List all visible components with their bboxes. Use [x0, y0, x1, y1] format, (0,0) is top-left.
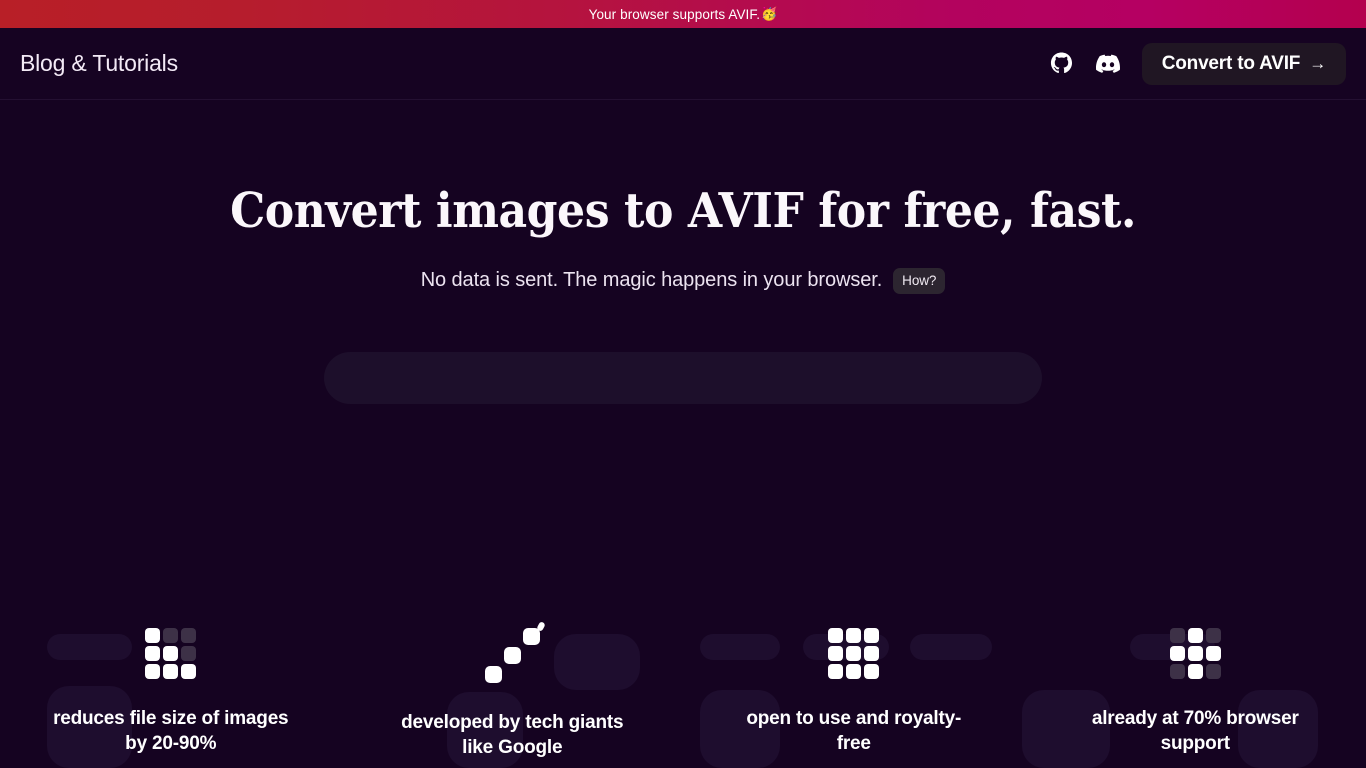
feature-list: reduces file size of images by 20-90% de…	[0, 621, 1366, 760]
hero-subtitle-text: No data is sent. The magic happens in yo…	[420, 269, 883, 292]
hero-section: Convert images to AVIF for free, fast. N…	[0, 100, 1366, 404]
convert-to-avif-button[interactable]: Convert to AVIF →	[1141, 42, 1346, 85]
feature-card: open to use and royalty-free	[683, 628, 1025, 756]
nav-link-blog-tutorials[interactable]: Blog & Tutorials	[20, 50, 178, 77]
feature-card: developed by tech giants like Google	[342, 621, 684, 760]
banner-text: Your browser supports AVIF.	[588, 6, 761, 22]
page-title: Convert images to AVIF for free, fast.	[230, 183, 1136, 239]
navbar-actions: Convert to AVIF →	[1046, 42, 1346, 85]
grid-staircase-icon	[145, 628, 197, 679]
file-dropzone[interactable]	[324, 351, 1042, 404]
convert-to-avif-label: Convert to AVIF	[1161, 52, 1301, 74]
avif-support-banner: Your browser supports AVIF. 🥳	[0, 0, 1366, 28]
arrow-right-icon: →	[1309, 54, 1326, 73]
page-root: Your browser supports AVIF. 🥳 Blog & Tuto…	[0, 0, 1366, 768]
grid-diagonal-growth-icon	[484, 621, 546, 683]
navbar: Blog & Tutorials Convert to AVIF →	[0, 28, 1366, 100]
how-badge[interactable]: How?	[893, 267, 946, 294]
party-face-emoji: 🥳	[761, 6, 778, 21]
feature-card-text: developed by tech giants like Google	[401, 712, 624, 758]
feature-card: already at 70% browser support	[1025, 628, 1366, 756]
hero-subtitle: No data is sent. The magic happens in yo…	[0, 267, 1366, 294]
feature-card: reduces file size of images by 20-90%	[0, 628, 342, 756]
github-icon[interactable]	[1046, 48, 1078, 80]
grid-cross-icon	[1169, 628, 1221, 679]
feature-card-text: already at 70% browser support	[1091, 708, 1299, 754]
discord-icon[interactable]	[1092, 48, 1124, 80]
grid-full-icon	[828, 628, 880, 679]
feature-card-text: reduces file size of images by 20-90%	[53, 708, 289, 754]
feature-card-text: open to use and royalty-free	[746, 708, 962, 754]
